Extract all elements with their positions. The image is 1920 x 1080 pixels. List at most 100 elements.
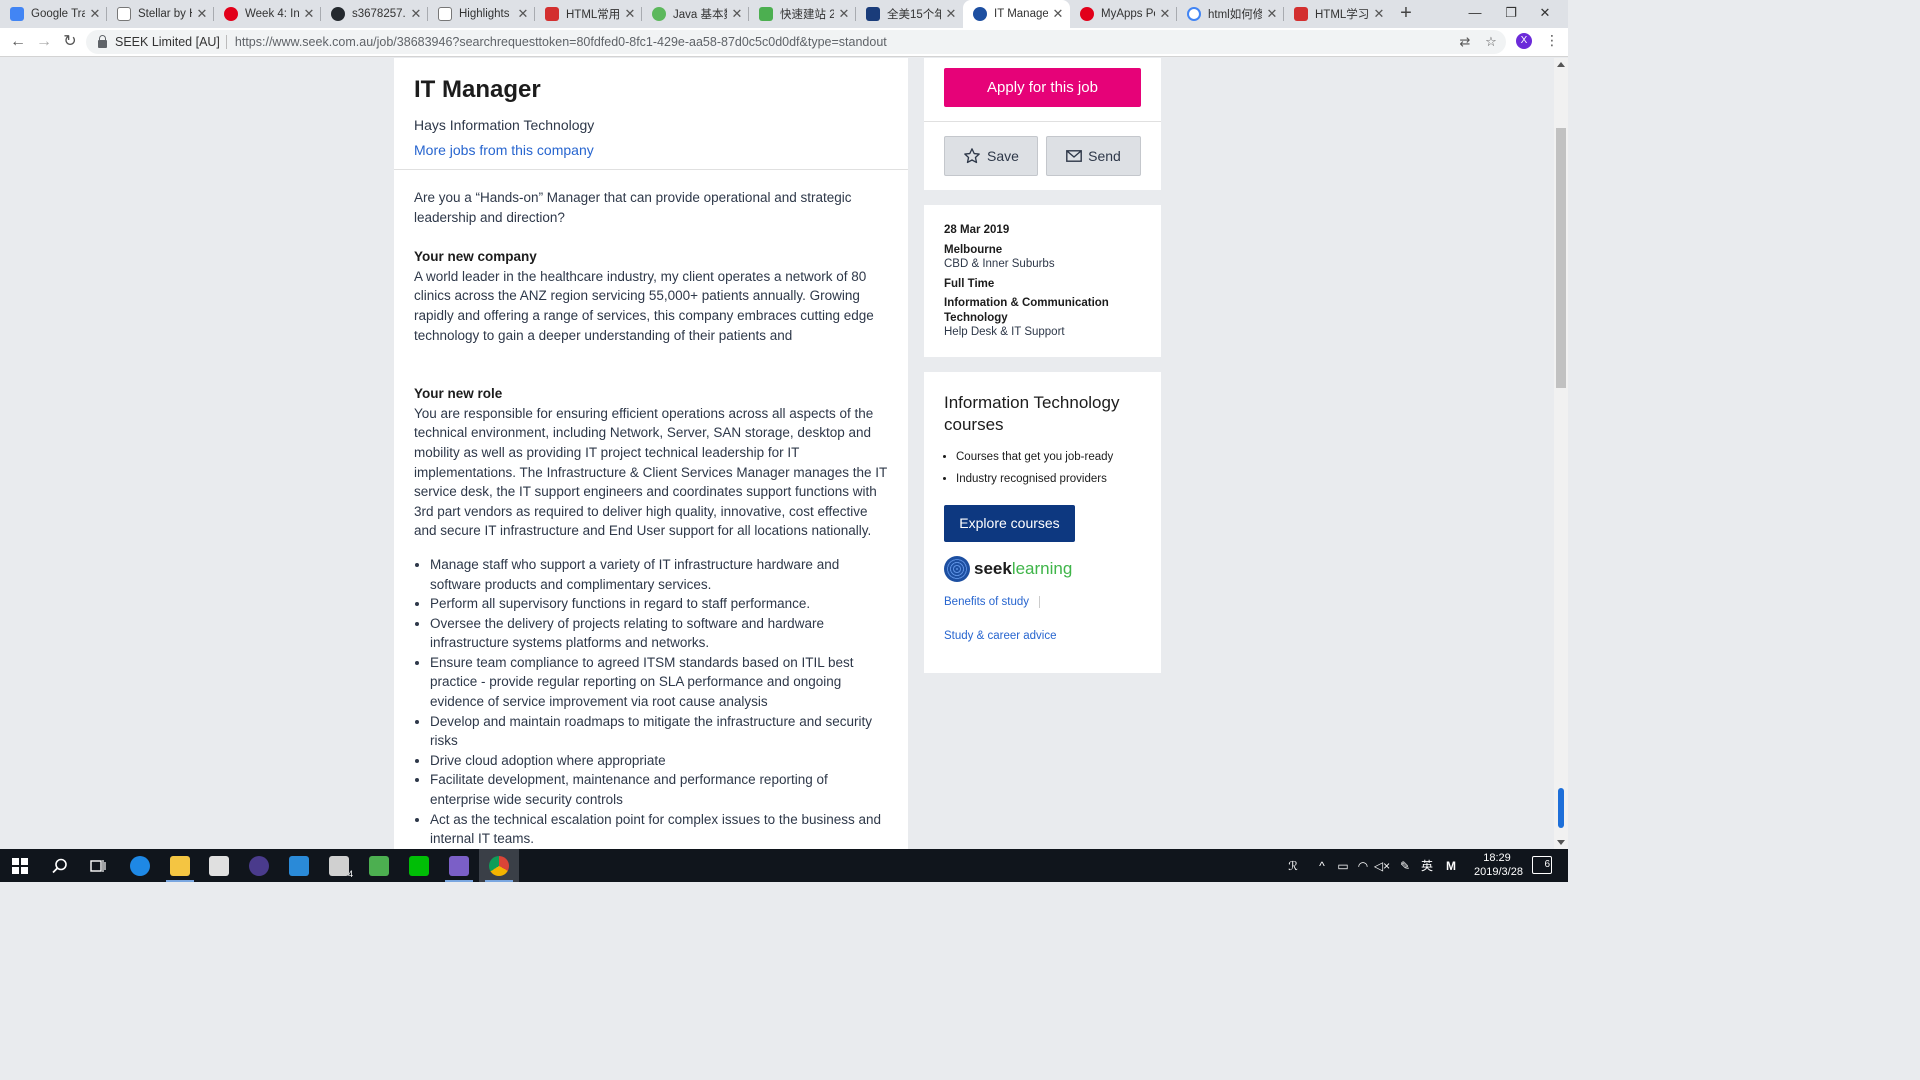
close-tab-icon[interactable]: ✕: [1159, 6, 1171, 22]
tab-html-common[interactable]: HTML常用t ✕: [535, 0, 642, 28]
save-label: Save: [987, 148, 1019, 164]
job-meta-panel: 28 Mar 2019 Melbourne CBD & Inner Suburb…: [924, 205, 1161, 357]
close-tab-icon[interactable]: ✕: [517, 6, 529, 22]
tab-week4[interactable]: Week 4: Int ✕: [214, 0, 321, 28]
github-icon: [331, 7, 345, 21]
scroll-thumb[interactable]: [1556, 128, 1566, 388]
bookmark-star-icon[interactable]: ☆: [1482, 33, 1500, 51]
close-window-button[interactable]: ✕: [1522, 0, 1568, 28]
task-view-icon: [90, 859, 106, 872]
tray-pen-icon[interactable]: ✎: [1396, 849, 1414, 882]
close-tab-icon[interactable]: ✕: [945, 6, 957, 22]
seek-learning-logo[interactable]: seek learning: [944, 556, 1141, 582]
taskbar-visual-studio[interactable]: [439, 849, 479, 882]
eclipse-icon: [249, 855, 269, 876]
tray-chevron-icon[interactable]: ^: [1314, 849, 1330, 882]
close-tab-icon[interactable]: ✕: [410, 6, 422, 22]
tab-github[interactable]: s3678257.g ✕: [321, 0, 428, 28]
tray-battery-icon[interactable]: ▭: [1334, 849, 1352, 882]
mail-badge: 4: [347, 869, 353, 879]
taskbar-mail[interactable]: 4: [319, 849, 359, 882]
tray-ime-language[interactable]: 英: [1418, 849, 1436, 882]
explore-courses-button[interactable]: Explore courses: [944, 505, 1075, 542]
close-tab-icon[interactable]: ✕: [89, 6, 101, 22]
tab-html-modify[interactable]: html如何修 ✕: [1177, 0, 1284, 28]
page-scrollbar[interactable]: [1554, 58, 1568, 849]
tab-highlights[interactable]: Highlights ✕: [428, 0, 535, 28]
taskbar-eclipse[interactable]: [239, 849, 279, 882]
close-tab-icon[interactable]: ✕: [196, 6, 208, 22]
taskbar-vscode[interactable]: [279, 849, 319, 882]
scroll-up-icon[interactable]: [1557, 62, 1565, 67]
rmit-icon: [224, 7, 238, 21]
tab-quanmei[interactable]: 全美15个年 ✕: [856, 0, 963, 28]
taskbar-edge[interactable]: [120, 849, 160, 882]
save-button[interactable]: Save: [944, 136, 1038, 176]
forward-button[interactable]: →: [32, 31, 56, 55]
tab-it-manager[interactable]: IT Manager ✕: [963, 0, 1070, 28]
windows-start-button[interactable]: [0, 849, 40, 882]
tab-title: Google Tra: [31, 8, 85, 20]
seek-icon: [973, 7, 987, 21]
tab-myapps[interactable]: MyApps Po ✕: [1070, 0, 1177, 28]
send-button[interactable]: Send: [1046, 136, 1141, 176]
tab-google-translate[interactable]: Google Tra ✕: [0, 0, 107, 28]
benefits-of-study-link[interactable]: Benefits of study: [944, 596, 1041, 608]
new-tab-button[interactable]: +: [1394, 2, 1418, 26]
work-type: Full Time: [944, 277, 995, 290]
close-tab-icon[interactable]: ✕: [1052, 6, 1064, 22]
back-button[interactable]: ←: [6, 31, 30, 55]
google-icon: [1187, 7, 1201, 21]
more-jobs-link[interactable]: More jobs from this company: [414, 142, 594, 158]
listing-date: 28 Mar 2019: [944, 224, 1010, 236]
taskbar-media-player[interactable]: [359, 849, 399, 882]
task-view-button[interactable]: [78, 849, 118, 882]
tray-ime-mode[interactable]: M: [1442, 849, 1460, 882]
tab-title: Week 4: Int: [245, 8, 299, 20]
tray-wifi-icon[interactable]: ◠: [1354, 849, 1372, 882]
close-tab-icon[interactable]: ✕: [838, 6, 850, 22]
volume-slider-handle[interactable]: [1558, 788, 1564, 828]
close-tab-icon[interactable]: ✕: [731, 6, 743, 22]
company-paragraph: A world leader in the healthcare industr…: [414, 268, 874, 343]
list-item: Oversee the delivery of projects relatin…: [430, 614, 888, 653]
menu-icon[interactable]: ⋮: [1545, 32, 1559, 49]
notification-center-button[interactable]: 6: [1532, 856, 1552, 874]
list-item: Courses that get you job-ready: [956, 446, 1141, 468]
tab-quick-site[interactable]: 快速建站 20 ✕: [749, 0, 856, 28]
tab-java[interactable]: Java 基本数 ✕: [642, 0, 749, 28]
url-text[interactable]: https://www.seek.com.au/job/38683946?sea…: [235, 35, 887, 49]
chrome-icon: [489, 855, 509, 876]
system-clock[interactable]: 18:29 2019/3/28: [1474, 851, 1523, 879]
close-tab-icon[interactable]: ✕: [1373, 6, 1385, 22]
tab-html-learn[interactable]: HTML学习 ✕: [1284, 0, 1391, 28]
study-career-advice-link[interactable]: Study & career advice: [944, 630, 1057, 642]
search-button[interactable]: [40, 849, 80, 882]
translate-icon[interactable]: ⇄: [1456, 33, 1474, 51]
mail-icon: [329, 855, 349, 876]
site-identity[interactable]: SEEK Limited [AU]: [115, 35, 220, 49]
taskbar-chrome[interactable]: [479, 849, 519, 882]
scroll-down-icon[interactable]: [1557, 840, 1565, 845]
tray-volume-muted-icon[interactable]: ◁×: [1372, 849, 1392, 882]
tray-handwriting-icon[interactable]: ℛ: [1282, 849, 1304, 882]
apply-button[interactable]: Apply for this job: [944, 68, 1141, 107]
reload-button[interactable]: ↻: [58, 31, 82, 55]
tab-stellar[interactable]: Stellar by H ✕: [107, 0, 214, 28]
tab-title: HTML学习: [1315, 9, 1369, 21]
close-tab-icon[interactable]: ✕: [303, 6, 315, 22]
role-paragraph: You are responsible for ensuring efficie…: [414, 405, 887, 539]
address-bar[interactable]: SEEK Limited [AU] https://www.seek.com.a…: [86, 30, 1506, 54]
page-viewport: IT Manager Hays Information Technology M…: [0, 58, 1554, 849]
close-tab-icon[interactable]: ✕: [1266, 6, 1278, 22]
taskbar-store[interactable]: [199, 849, 239, 882]
list-item: Drive cloud adoption where appropriate: [430, 751, 888, 771]
taskbar-explorer[interactable]: [160, 849, 200, 882]
close-tab-icon[interactable]: ✕: [624, 6, 636, 22]
role-heading: Your new role: [414, 386, 503, 402]
profile-avatar[interactable]: X: [1516, 33, 1532, 49]
taskbar-iqiyi[interactable]: [399, 849, 439, 882]
list-item: Develop and maintain roadmaps to mitigat…: [430, 712, 888, 751]
course-points: Courses that get you job-ready Industry …: [944, 446, 1141, 490]
